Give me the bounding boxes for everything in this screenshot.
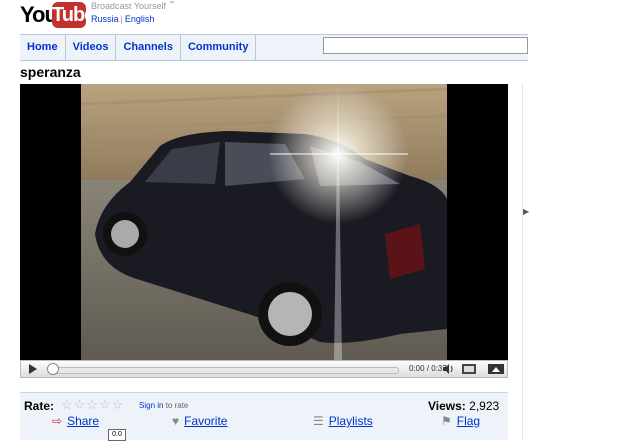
video-player[interactable]: [20, 84, 508, 360]
related-panel: [522, 84, 640, 439]
volume-icon[interactable]: [441, 362, 455, 376]
tagline-text: Broadcast Yourself: [91, 1, 167, 11]
zoom-indicator: 0.0: [108, 429, 126, 441]
flag-icon: ⚑: [441, 414, 452, 428]
share-label: Share: [67, 414, 100, 428]
logo-tube[interactable]: Tube: [52, 2, 95, 28]
tab-community[interactable]: Community: [181, 35, 257, 60]
trademark: ™: [168, 1, 175, 7]
heart-icon: ♥: [172, 414, 180, 428]
flag-button[interactable]: ⚑ Flag: [441, 414, 480, 428]
player-controls: 0:00 / 0:37: [20, 360, 508, 378]
tagline: Broadcast Yourself ™: [91, 1, 175, 11]
playlists-label: Playlists: [328, 414, 373, 428]
playlist-icon: ☰: [313, 414, 324, 428]
locale-selector: Russia | English: [91, 14, 154, 24]
favorite-label: Favorite: [184, 414, 228, 428]
playlists-button[interactable]: ☰ Playlists: [313, 414, 373, 428]
video-frame: [20, 84, 508, 360]
signin-prompt: Sign in to rate: [139, 401, 188, 410]
rating-stars[interactable]: ☆☆☆☆☆: [61, 397, 124, 413]
rate-label: Rate:: [24, 399, 55, 413]
scrubber-handle[interactable]: [47, 363, 59, 375]
language-link[interactable]: English: [125, 14, 155, 24]
flag-label: Flag: [456, 414, 481, 428]
signin-suffix: to rate: [163, 401, 189, 410]
scene: [80, 84, 448, 360]
country-link[interactable]: Russia: [91, 14, 119, 24]
tab-videos[interactable]: Videos: [66, 35, 117, 60]
popout-icon[interactable]: [461, 362, 477, 376]
fullscreen-icon[interactable]: [487, 362, 505, 376]
views-counter: Views: 2,923: [428, 399, 499, 413]
play-icon[interactable]: [27, 362, 39, 376]
favorite-button[interactable]: ♥ Favorite: [172, 414, 227, 428]
views-count: 2,923: [469, 399, 500, 413]
tab-home[interactable]: Home: [20, 35, 66, 60]
tab-channels[interactable]: Channels: [116, 35, 181, 60]
video-title: speranza: [20, 64, 81, 80]
signin-link[interactable]: Sign in: [139, 401, 163, 410]
share-icon: ⇨: [52, 414, 63, 428]
chevron-right-icon[interactable]: ▶: [523, 207, 529, 216]
progress-track[interactable]: [55, 367, 399, 374]
search-input[interactable]: [323, 37, 528, 54]
views-label: Views:: [428, 399, 466, 413]
share-button[interactable]: ⇨ Share: [52, 414, 99, 428]
